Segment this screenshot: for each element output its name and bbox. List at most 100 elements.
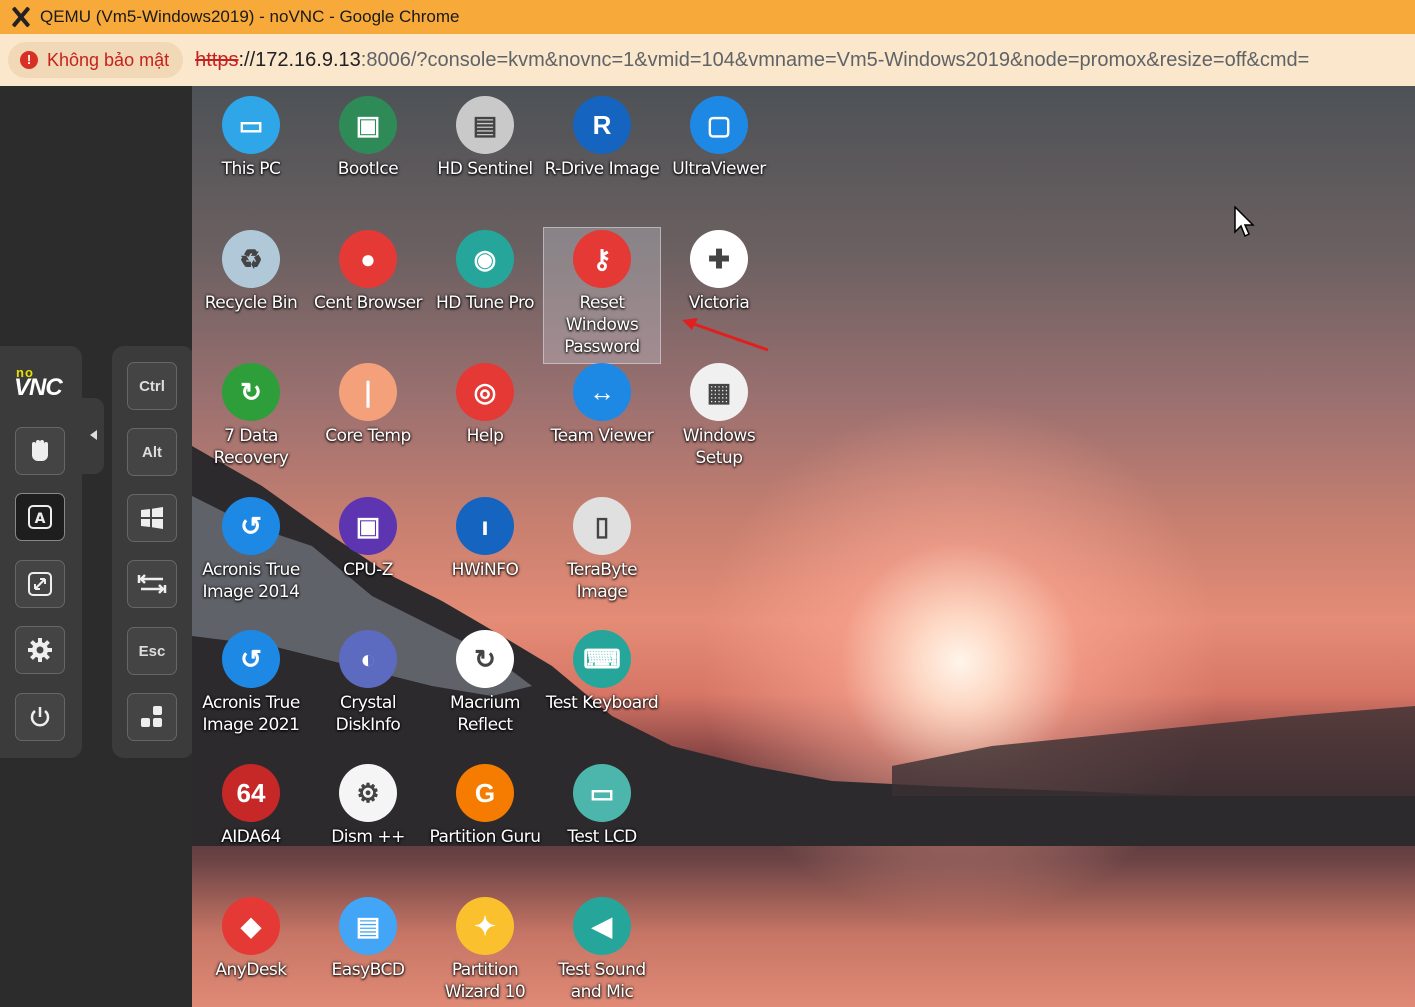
control-bar-handle[interactable] — [82, 398, 104, 474]
desktop-icon-core-temp[interactable]: ❘ Core Temp — [309, 363, 427, 447]
esc-key-button[interactable]: Esc — [127, 627, 177, 675]
desktop-icon-partition-wizard-10[interactable]: ✦ Partition Wizard 10 — [426, 897, 544, 1003]
drag-viewport-button[interactable] — [15, 427, 65, 475]
desktop-icon-hd-sentinel[interactable]: ▤ HD Sentinel — [426, 96, 544, 180]
desktop-icon-macrium-reflect[interactable]: ↻ Macrium Reflect — [426, 630, 544, 736]
remote-desktop-canvas[interactable]: ▭ This PC ▣ BootIce ▤ HD Sentinel R R-Drive Ima… — [192, 86, 1415, 1007]
desktop-icon-cpu-z[interactable]: ▣ CPU-Z — [309, 497, 427, 581]
desktop-icon-label: Acronis True Image 2021 — [202, 693, 300, 735]
desktop-icon-label: Cent Browser — [313, 293, 423, 313]
fullscreen-icon — [28, 572, 52, 596]
desktop-icon-label: Reset Windows Password — [564, 293, 640, 357]
desktop-icon-label: HWiNFO — [451, 560, 519, 580]
fullscreen-button[interactable] — [15, 560, 65, 608]
desktop-icon-cent-browser[interactable]: ● Cent Browser — [309, 230, 427, 314]
desktop-icon-hd-tune-pro[interactable]: ◉ HD Tune Pro — [426, 230, 544, 314]
desktop-icon-bootice[interactable]: ▣ BootIce — [309, 96, 427, 180]
tab-key-button[interactable] — [127, 560, 177, 608]
desktop-icon-label: TeraByte Image — [566, 560, 638, 602]
desktop-icon-test-lcd[interactable]: ▭ Test LCD — [543, 764, 661, 848]
desktop-icon-hwinfo[interactable]: ı HWiNFO — [426, 497, 544, 581]
desktop-icon-dism[interactable]: ⚙ Dism ++ — [309, 764, 427, 848]
desktop-icon-label: 7 Data Recovery — [213, 426, 289, 468]
ultraviewer-icon: ▢ — [690, 96, 748, 154]
windows-setup-icon: ▦ — [690, 363, 748, 421]
windows-logo-icon — [141, 507, 163, 529]
desktop-icon-label: Team Viewer — [550, 426, 654, 446]
rdrive-icon: R — [573, 96, 631, 154]
security-chip[interactable]: ! Không bảo mật — [8, 42, 184, 78]
keyboard-input-button[interactable]: A — [15, 493, 65, 541]
desktop-icon-reset-windows-password[interactable]: ⚷ Reset Windows Password — [543, 230, 661, 358]
thermometer-icon: ❘ — [339, 363, 397, 421]
alt-key-button[interactable]: Alt — [127, 428, 177, 476]
desktop-icon-aida64[interactable]: 64 AIDA64 — [192, 764, 310, 848]
key-icon: ⚷ — [573, 230, 631, 288]
desktop-icon-victoria[interactable]: ✚ Victoria — [660, 230, 778, 314]
security-label: Không bảo mật — [47, 49, 170, 70]
ctrl-alt-del-button[interactable] — [127, 693, 177, 741]
desktop-icon-label: EasyBCD — [331, 960, 405, 980]
power-icon — [30, 707, 50, 727]
desktop-icon-this-pc[interactable]: ▭ This PC — [192, 96, 310, 180]
red-annotation-arrow — [682, 318, 769, 352]
browser-icon: ● — [339, 230, 397, 288]
ctrl-alt-del-icon — [141, 706, 162, 727]
desktop-icon-anydesk[interactable]: ◆ AnyDesk — [192, 897, 310, 981]
desktop-icon-ultraviewer[interactable]: ▢ UltraViewer — [660, 96, 778, 180]
speaker-icon: ◀ — [573, 897, 631, 955]
lcd-icon: ▭ — [573, 764, 631, 822]
desktop-icon-label: Macrium Reflect — [450, 693, 520, 735]
desktop-icon-label: Help — [466, 426, 504, 446]
desktop-icon-windows-setup[interactable]: ▦ Windows Setup — [660, 363, 778, 469]
desktop-icon-terabyte-image[interactable]: ▯ TeraByte Image — [543, 497, 661, 603]
url-field[interactable]: https://172.16.9.13:8006/?console=kvm&no… — [195, 49, 1385, 72]
desktop-icon-label: CPU-Z — [343, 560, 393, 580]
desktop-icon-label: UltraViewer — [672, 159, 766, 179]
desktop-icon-test-keyboard[interactable]: ⌨ Test Keyboard — [543, 630, 661, 714]
window-title: QEMU (Vm5-Windows2019) - noVNC - Google … — [40, 7, 460, 26]
hwinfo-icon: ı — [456, 497, 514, 555]
windows-key-button[interactable] — [127, 494, 177, 542]
power-button[interactable] — [15, 693, 65, 741]
desktop-icon-test-sound-and-mic[interactable]: ◀ Test Sound and Mic — [543, 897, 661, 1003]
desktop-icon-acronis-true-image-2021[interactable]: ↺ Acronis True Image 2021 — [192, 630, 310, 736]
svg-text:A: A — [35, 511, 46, 527]
desktop-icon-partition-guru[interactable]: G Partition Guru — [426, 764, 544, 848]
desktop-icon-7-data-recovery[interactable]: ↻ 7 Data Recovery — [192, 363, 310, 469]
easybcd-icon: ▤ — [339, 897, 397, 955]
keyboard-icon: ⌨ — [573, 630, 631, 688]
ctrl-key-button[interactable]: Ctrl — [127, 362, 177, 410]
lifebuoy-icon: ◎ — [456, 363, 514, 421]
desktop-icon-easybcd[interactable]: ▤ EasyBCD — [309, 897, 427, 981]
desktop-icon-help[interactable]: ◎ Help — [426, 363, 544, 447]
desktop-icon-label: Test Keyboard — [545, 693, 659, 713]
recovery-icon: ↻ — [222, 363, 280, 421]
settings-button[interactable] — [15, 626, 65, 674]
desktop-icon-label: Partition Wizard 10 — [444, 960, 526, 1002]
desktop-icon-label: Acronis True Image 2014 — [202, 560, 300, 602]
desktop-icon-label: Test LCD — [567, 827, 637, 847]
desktop-icon-label: Dism ++ — [331, 827, 405, 847]
desktop-icon-label: This PC — [221, 159, 281, 179]
desktop-icon-crystal-diskinfo[interactable]: ◐ Crystal DiskInfo — [309, 630, 427, 736]
recycle-bin-icon: ♻ — [222, 230, 280, 288]
partition-wizard-icon: ✦ — [456, 897, 514, 955]
address-bar: ! Không bảo mật https://172.16.9.13:8006… — [0, 34, 1415, 86]
desktop-icon-label: Recycle Bin — [204, 293, 298, 313]
desktop-icon-recycle-bin[interactable]: ♻ Recycle Bin — [192, 230, 310, 314]
floppy-icon: ▣ — [339, 96, 397, 154]
acronis-icon: ↺ — [222, 497, 280, 555]
browser-title-bar: QEMU (Vm5-Windows2019) - noVNC - Google … — [0, 0, 1415, 34]
desktop-icon-team-viewer[interactable]: ↔ Team Viewer — [543, 363, 661, 447]
desktop-icon-acronis-true-image-2014[interactable]: ↺ Acronis True Image 2014 — [192, 497, 310, 603]
desktop-icon-label: Core Temp — [325, 426, 411, 446]
teamviewer-icon: ↔ — [573, 363, 631, 421]
harddisk-icon: ▤ — [456, 96, 514, 154]
desktop-icon-r-drive-image[interactable]: R R-Drive Image — [543, 96, 661, 180]
url-rest: :8006/?console=kvm&novnc=1&vmid=104&vmna… — [360, 48, 1310, 71]
green-cross-icon: ✚ — [690, 230, 748, 288]
terabyte-icon: ▯ — [573, 497, 631, 555]
desktop-icon-label: AIDA64 — [221, 827, 281, 847]
desktop-icon-label: Partition Guru — [429, 827, 541, 847]
